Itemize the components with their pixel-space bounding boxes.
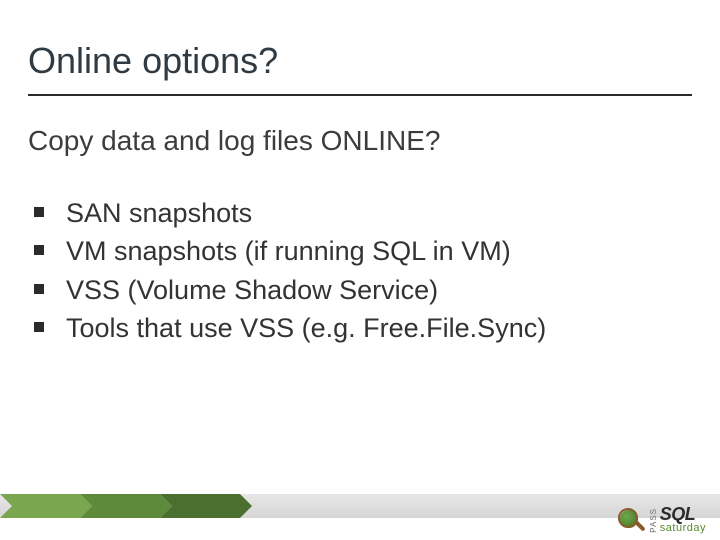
list-item-text: VSS (Volume Shadow Service) bbox=[66, 275, 438, 305]
list-item-text: VM snapshots (if running SQL in VM) bbox=[66, 236, 511, 266]
footer: PASS SQL saturday bbox=[0, 472, 720, 540]
slide-subtitle: Copy data and log files ONLINE? bbox=[28, 125, 440, 157]
list-item: VSS (Volume Shadow Service) bbox=[34, 272, 546, 308]
logo-text: PASS SQL saturday bbox=[650, 506, 706, 534]
bullet-list: SAN snapshots VM snapshots (if running S… bbox=[34, 195, 546, 349]
square-bullet-icon bbox=[34, 207, 44, 217]
slide: Online options? Copy data and log files … bbox=[0, 0, 720, 540]
square-bullet-icon bbox=[34, 245, 44, 255]
list-item: VM snapshots (if running SQL in VM) bbox=[34, 233, 546, 269]
list-item: Tools that use VSS (e.g. Free.File.Sync) bbox=[34, 310, 546, 346]
footer-chevrons bbox=[0, 494, 252, 518]
list-item-text: Tools that use VSS (e.g. Free.File.Sync) bbox=[66, 313, 546, 343]
title-underline bbox=[28, 94, 692, 96]
magnifier-globe-icon bbox=[618, 506, 646, 534]
chevron-icon bbox=[160, 494, 252, 518]
chevron-icon bbox=[0, 494, 92, 518]
square-bullet-icon bbox=[34, 322, 44, 332]
square-bullet-icon bbox=[34, 284, 44, 294]
chevron-icon bbox=[80, 494, 172, 518]
list-item: SAN snapshots bbox=[34, 195, 546, 231]
sql-saturday-logo: PASS SQL saturday bbox=[618, 506, 706, 534]
slide-title: Online options? bbox=[28, 40, 278, 82]
logo-saturday-text: saturday bbox=[660, 523, 706, 533]
list-item-text: SAN snapshots bbox=[66, 198, 252, 228]
logo-pass-text: PASS bbox=[650, 508, 658, 533]
logo-sql-text: SQL bbox=[660, 506, 706, 523]
